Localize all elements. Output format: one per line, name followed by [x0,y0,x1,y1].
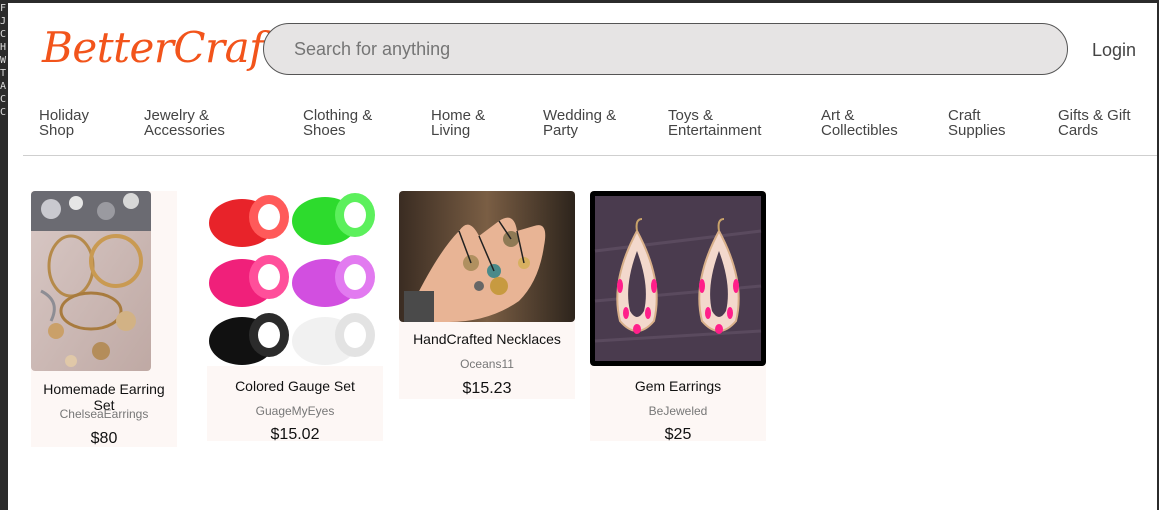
product-image[interactable] [31,191,151,371]
category-label-line2: Supplies [948,122,1006,139]
browser-page: BetterCraft Login Holiday Shop Jewelry &… [8,3,1157,510]
category-label-line1: Gifts & Gift [1058,107,1131,124]
product-price: $15.23 [462,380,512,397]
category-label-line2: Party [543,122,579,139]
strip-letter: C [0,94,7,105]
site-logo[interactable]: BetterCraft [42,23,281,72]
product-seller[interactable]: ChelseaEarrings [31,407,177,421]
category-label-line2: Entertainment [668,122,762,139]
product-image[interactable] [590,191,766,366]
search-input[interactable] [264,24,1067,74]
category-home-living[interactable]: Home & Living [431,108,485,138]
category-label-line2: Accessories [144,122,225,139]
nav-divider [23,155,1157,156]
product-card[interactable]: Gem Earrings BeJeweled $25 [590,191,766,443]
strip-letter: W [0,55,7,66]
product-card[interactable]: HandCrafted Necklaces Oceans11 $15.23 [399,191,575,399]
strip-letter: T [0,68,7,79]
login-link[interactable]: Login [1092,40,1136,61]
strip-letter: F [0,3,7,14]
category-holiday-shop[interactable]: Holiday Shop [39,108,89,138]
strip-letter: C [0,107,7,118]
product-price: $25 [664,426,692,443]
product-card[interactable]: Homemade Earring Set ChelseaEarrings $80 [31,191,177,447]
category-label-line2: Cards [1058,122,1099,139]
category-label-line1: Home & [431,107,486,124]
product-title[interactable]: Colored Gauge Set [207,378,383,394]
category-clothing-shoes[interactable]: Clothing & Shoes [303,108,372,138]
category-jewelry-accessories[interactable]: Jewelry & Accessories [144,108,225,138]
category-nav: Holiday Shop Jewelry & Accessories Cloth… [8,108,1157,157]
category-toys-entertainment[interactable]: Toys & Entertainment [668,108,761,138]
category-label-line1: Wedding & [543,107,617,124]
strip-letter: A [0,81,7,92]
category-label-line1: Art & [821,107,855,124]
product-title[interactable]: HandCrafted Necklaces [399,331,575,347]
product-card[interactable]: Colored Gauge Set GuageMyEyes $15.02 [207,191,383,443]
category-label-line1: Clothing & [303,107,373,124]
category-craft-supplies[interactable]: Craft Supplies [948,108,1006,138]
search-bar[interactable] [263,23,1068,75]
category-label-line1: Toys & [668,107,714,124]
product-price: $15.02 [270,426,320,443]
terminal-edge-strip: F J C H W T A C C [0,0,8,510]
category-label-line2: Shop [39,122,75,139]
category-label-line1: Holiday [39,107,90,124]
category-gifts-gift-cards[interactable]: Gifts & Gift Cards [1058,108,1131,138]
category-label-line2: Collectibles [821,122,898,139]
strip-letter: J [0,16,7,27]
strip-letter: C [0,29,7,40]
category-wedding-party[interactable]: Wedding & Party [543,108,616,138]
product-seller[interactable]: GuageMyEyes [207,404,383,418]
category-label-line1: Jewelry & [144,107,210,124]
product-price: $80 [90,430,118,447]
product-seller[interactable]: BeJeweled [590,404,766,418]
strip-letter: H [0,42,7,53]
category-art-collectibles[interactable]: Art & Collectibles [821,108,898,138]
category-label-line2: Shoes [303,122,346,139]
product-image[interactable] [207,191,383,366]
category-label-line2: Living [431,122,471,139]
product-image[interactable] [399,191,575,322]
product-title[interactable]: Gem Earrings [590,378,766,394]
category-label-line1: Craft [948,107,981,124]
product-seller[interactable]: Oceans11 [399,357,575,371]
